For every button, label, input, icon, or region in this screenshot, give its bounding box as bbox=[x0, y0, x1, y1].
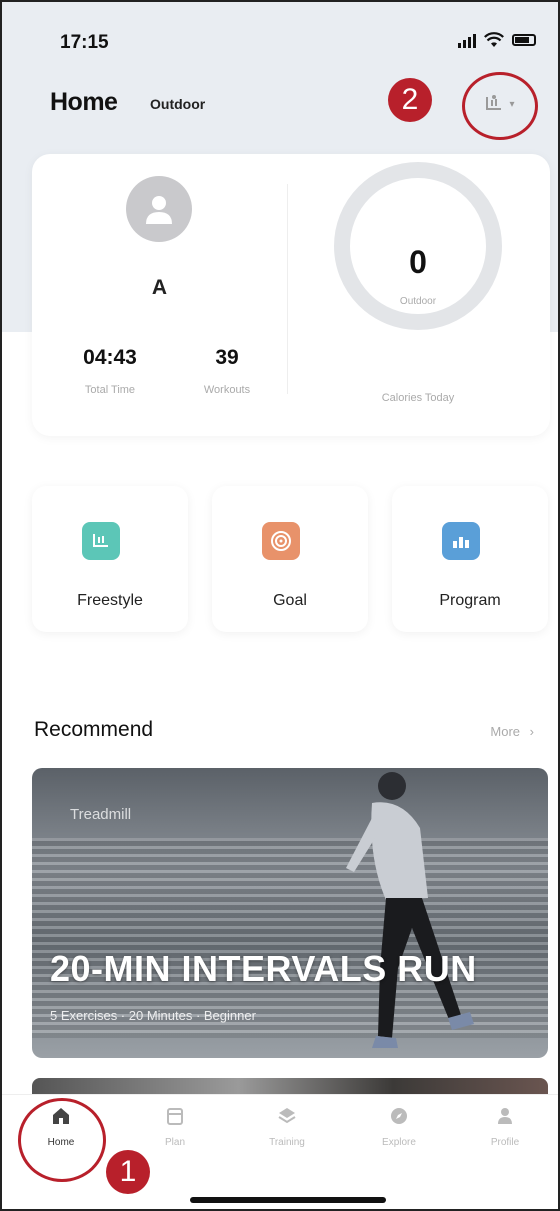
workouts-label: Workouts bbox=[203, 384, 251, 396]
mode-card-program[interactable]: Program bbox=[392, 486, 548, 632]
more-link[interactable]: More › bbox=[490, 724, 534, 739]
banner-meta: 5 Exercises · 20 Minutes · Beginner bbox=[50, 1008, 256, 1023]
calendar-icon bbox=[164, 1105, 186, 1127]
annotation-circle-1 bbox=[18, 1098, 106, 1182]
mode-label: Freestyle bbox=[77, 592, 143, 609]
signal-icon bbox=[458, 32, 476, 48]
mode-label: Goal bbox=[273, 592, 307, 609]
card-divider bbox=[287, 184, 288, 394]
calories-ring-sub: Outdoor bbox=[399, 296, 437, 307]
person-icon bbox=[146, 196, 172, 224]
tab-label: Training bbox=[269, 1137, 305, 1148]
person-icon bbox=[494, 1105, 516, 1127]
status-time: 17:15 bbox=[60, 32, 109, 53]
avatar[interactable] bbox=[126, 176, 192, 242]
annotation-circle-2 bbox=[462, 72, 538, 140]
chevron-right-icon: › bbox=[529, 724, 534, 739]
recommend-title: Recommend bbox=[34, 718, 154, 741]
more-label: More bbox=[490, 724, 521, 739]
tab-label: Explore bbox=[382, 1137, 416, 1148]
tab-label: Profile bbox=[490, 1137, 520, 1148]
annotation-badge-1: 1 bbox=[106, 1150, 150, 1194]
tab-training[interactable]: Training bbox=[242, 1105, 332, 1148]
target-icon bbox=[262, 522, 300, 560]
page-title: Home bbox=[50, 88, 118, 116]
outdoor-toggle[interactable]: Outdoor bbox=[150, 96, 205, 112]
home-indicator bbox=[190, 1197, 386, 1203]
layers-icon bbox=[276, 1105, 298, 1127]
banner-title: 20-MIN INTERVALS RUN bbox=[50, 948, 477, 989]
calories-value: 0 bbox=[409, 244, 427, 280]
banner-tag: Treadmill bbox=[70, 806, 132, 823]
tab-explore[interactable]: Explore bbox=[354, 1105, 444, 1148]
recommend-banner[interactable]: Treadmill 20-MIN INTERVALS RUN 5 Exercis… bbox=[32, 768, 548, 1058]
chart-icon bbox=[442, 522, 480, 560]
calories-label: Calories Today bbox=[381, 392, 455, 404]
freestyle-icon bbox=[82, 522, 120, 560]
mode-card-freestyle[interactable]: Freestyle bbox=[32, 486, 188, 632]
phone-screen: 17:15 Home Outdoor ▾ 2 A 04:43 Total Tim… bbox=[0, 0, 560, 1211]
annotation-badge-2: 2 bbox=[388, 78, 432, 122]
status-icons bbox=[458, 32, 536, 48]
mode-card-goal[interactable]: Goal bbox=[212, 486, 368, 632]
user-name: A bbox=[151, 276, 168, 299]
total-time-value: 04:43 bbox=[83, 346, 137, 369]
runner-image bbox=[346, 772, 474, 1048]
compass-icon bbox=[388, 1105, 410, 1127]
tab-profile[interactable]: Profile bbox=[460, 1105, 550, 1148]
mode-label: Program bbox=[439, 592, 501, 609]
workouts-value: 39 bbox=[215, 346, 239, 369]
total-time-label: Total Time bbox=[84, 384, 136, 396]
wifi-icon bbox=[484, 32, 504, 47]
status-bar: 17:15 bbox=[2, 2, 558, 82]
tab-label: Plan bbox=[164, 1137, 185, 1148]
battery-icon bbox=[512, 34, 536, 46]
summary-card[interactable]: A 04:43 Total Time 39 Workouts 0 Outdoor… bbox=[32, 154, 550, 436]
tab-plan[interactable]: Plan bbox=[130, 1105, 220, 1148]
